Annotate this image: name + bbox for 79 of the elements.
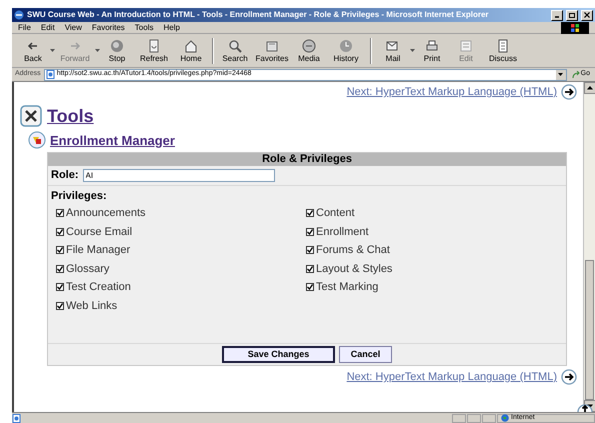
stop-icon [109,38,125,54]
clock-icon [338,38,354,54]
checkbox-icon[interactable] [306,246,314,254]
go-arrow-icon [572,70,580,78]
dropdown-caret-icon[interactable] [410,49,415,52]
tools-link[interactable]: Tools [47,102,94,130]
dropdown-caret-icon[interactable] [95,49,100,52]
menu-item[interactable]: Help [163,22,180,34]
panel-title: Role & Privileges [48,153,566,166]
page-icon [12,414,22,422]
globe-icon [501,414,509,422]
checkbox-icon[interactable] [56,283,64,292]
enrollment-manager-link[interactable]: Enrollment Manager [50,130,175,150]
checkbox-icon[interactable] [56,228,64,236]
save-changes-button[interactable]: Save Changes [222,346,335,363]
status-pane [452,414,466,422]
role-field[interactable]: AI [82,168,274,182]
home-icon [183,38,199,54]
checkbox-icon[interactable] [306,283,314,292]
document-icon [458,38,474,54]
menu-item[interactable]: Favorites [92,22,125,34]
menu-item[interactable]: Tools [134,22,154,34]
caret-icon [558,73,564,76]
privilege-checkbox[interactable]: Course Email [56,222,306,241]
privilege-checkbox[interactable]: Test Marking [306,278,566,296]
disc-icon [301,38,317,54]
toolbar-button[interactable]: Refresh [134,36,174,66]
toolbar-button[interactable]: Search [218,36,252,66]
toolbar-button[interactable]: History [326,36,366,66]
menu-item[interactable]: File [18,22,31,34]
scroll-up-icon[interactable] [584,82,595,94]
toolbar-button[interactable]: Stop [100,36,134,66]
next-link[interactable]: Next: HyperText Markup Language (HTML) [346,84,557,100]
flag-icon [571,24,579,32]
close-button[interactable] [581,10,593,20]
checkbox-icon[interactable] [56,264,64,273]
checkbox-icon[interactable] [306,228,314,236]
toolbar-button[interactable]: Media [292,36,326,66]
menu-item[interactable]: Edit [40,22,55,34]
checkbox-icon[interactable] [306,264,314,273]
privilege-checkbox[interactable]: Announcements [56,204,306,222]
checkbox-icon[interactable] [56,209,64,218]
status-pane [467,414,481,422]
role-label: Role: [51,168,78,183]
privilege-checkbox[interactable]: Layout & Styles [306,260,566,278]
next-link[interactable]: Next: HyperText Markup Language (HTML) [346,369,557,386]
checkbox-icon[interactable] [306,209,314,218]
privilege-checkbox[interactable]: Glossary [56,260,306,278]
window-title: SWU Course Web - An Introduction to HTML - Tools - Enrollment Manager - Role & Privileges - Microsoft Internet Explorer [27,9,490,21]
toolbar-button[interactable]: Print [415,36,449,66]
toolbar-button[interactable]: Discuss [483,36,523,66]
checkbox-icon[interactable] [56,302,64,310]
search-icon [227,38,243,54]
privilege-checkbox[interactable]: Web Links [56,296,306,315]
shapes-icon[interactable] [28,131,46,150]
toolbar-button[interactable]: Mail [376,36,410,66]
vertical-scrollbar[interactable] [583,82,595,412]
privileges-label: Privileges: [50,188,108,204]
restore-icon [568,11,576,19]
minimize-button[interactable] [551,10,563,20]
privilege-checkbox[interactable]: Test Creation [56,278,306,296]
privilege-checkbox[interactable]: File Manager [56,241,306,260]
checkbox-icon[interactable] [56,246,64,254]
toolbar-button[interactable]: Back [16,36,50,66]
cancel-button[interactable]: Cancel [339,346,392,363]
restore-button[interactable] [566,10,578,20]
browser-icon [14,10,24,20]
privilege-checkbox[interactable]: Forums & Chat [306,241,566,260]
toolbar-button[interactable]: Home [174,36,208,66]
dropdown-button[interactable] [556,70,566,80]
privilege-checkbox[interactable]: Content [306,204,566,222]
page-icon [46,70,55,79]
status-pane [482,414,496,422]
dropdown-caret-icon[interactable] [50,49,55,52]
privilege-checkbox[interactable]: Enrollment [306,222,566,241]
print-icon [424,38,440,54]
menu-item[interactable]: View [64,22,82,34]
toolbar-button[interactable]: Favorites [252,36,292,66]
close-icon [583,11,591,19]
